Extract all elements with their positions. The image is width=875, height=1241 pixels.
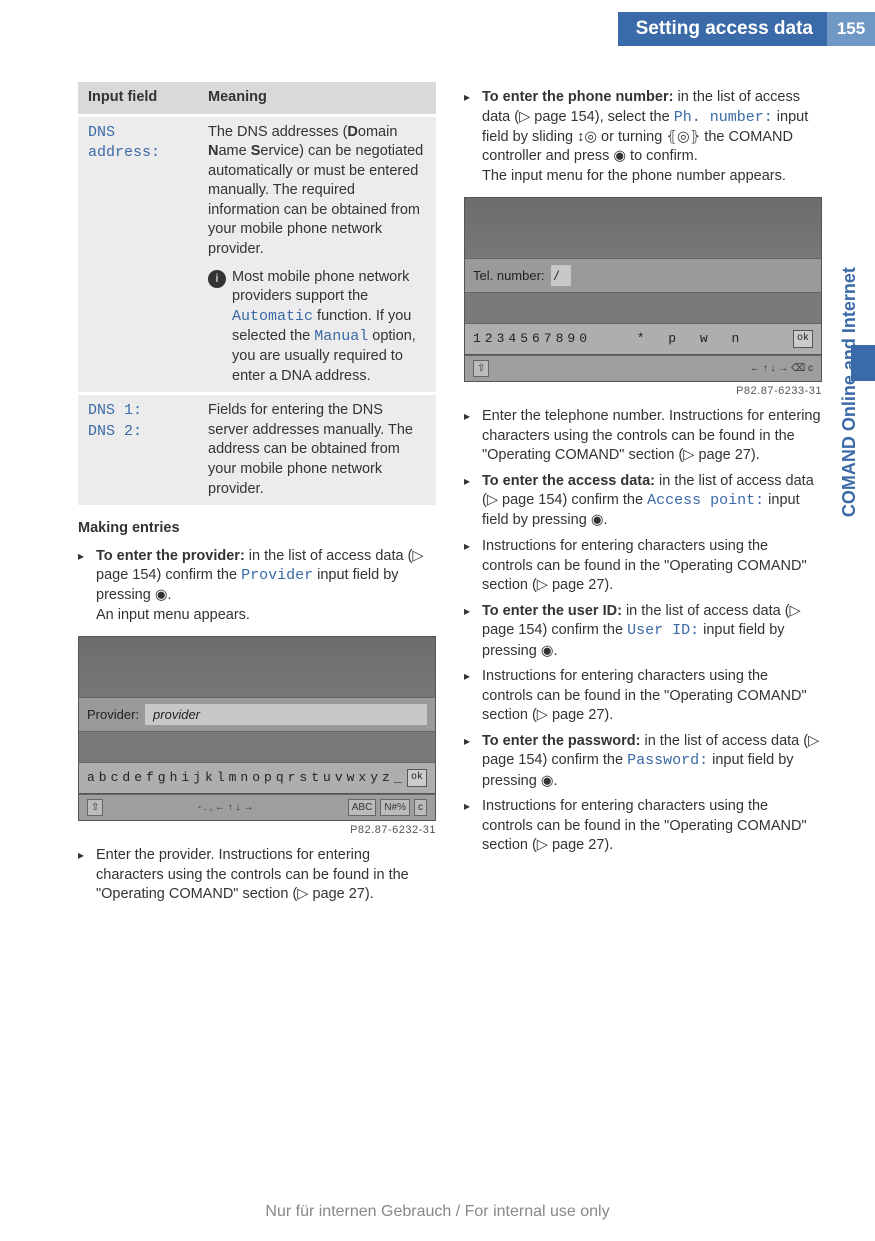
image-id-label: P82.87-6233-31 (464, 384, 822, 399)
step-arrow-icon (464, 667, 482, 726)
step-body: To enter the phone number: in the list o… (482, 88, 822, 187)
sc-digits: 1234567890 (473, 330, 591, 348)
sc-field-value: / (551, 265, 571, 287)
step-body: To enter the password: in the list of ac… (482, 732, 822, 791)
step-body: Instructions for entering characters usi… (482, 537, 822, 596)
step-body: Enter the telephone number. Instructions… (482, 407, 822, 466)
sc-ok-button: ok (793, 330, 813, 348)
step-arrow-icon (464, 472, 482, 531)
step-item: Enter the telephone number. Instructions… (464, 407, 822, 466)
chapter-label: COMAND Online and Internet (837, 267, 861, 517)
step-item: To enter the password: in the list of ac… (464, 732, 822, 791)
sc-right-chips: ABC N#% c (348, 799, 427, 817)
cell-field: DNS 1: DNS 2: (78, 394, 198, 505)
step-item: To enter the provider: in the list of ac… (78, 547, 436, 626)
step-arrow-icon (464, 407, 482, 466)
header-bar: Setting access data 155 (618, 12, 875, 46)
step-item: Instructions for entering characters usi… (464, 797, 822, 856)
page: Setting access data 155 COMAND Online an… (0, 0, 875, 1241)
sc-charset: abcdefghijklmnopqrstuvwxyz_ (87, 769, 406, 787)
sc-field-row: Tel. number: / (465, 258, 821, 294)
step-arrow-icon (464, 732, 482, 791)
step-arrow-icon (464, 88, 482, 187)
step-body: Enter the provider. Instructions for ent… (96, 846, 436, 905)
sc-field-label: Tel. number: (473, 267, 545, 285)
step-body: To enter the provider: in the list of ac… (96, 547, 436, 626)
page-number: 155 (827, 12, 875, 46)
table-row: DNS 1: DNS 2: Fields for entering the DN… (78, 394, 436, 505)
table-header-row: Input field Meaning (78, 82, 436, 115)
sc-top-area (465, 198, 821, 258)
slide-icon: ↕◎ (577, 129, 597, 145)
sc-bottom-row: ⇧ - . , ← ↑ ↓ → ABC N#% c (79, 794, 435, 821)
sc-top-area (79, 637, 435, 697)
sc-nav-chars: ← ↑ ↓ → ⌫ c (750, 362, 813, 376)
step-item: To enter the user ID: in the list of acc… (464, 602, 822, 661)
content-columns: Input field Meaning DNS address: The DNS… (78, 82, 823, 911)
table-row: DNS address: The DNS addresses (Domain N… (78, 115, 436, 394)
subhead-making-entries: Making entries (78, 519, 436, 539)
sc-char-row: abcdefghijklmnopqrstuvwxyz_ ok (79, 762, 435, 794)
cell-field: DNS address: (78, 115, 198, 394)
th-input-field: Input field (78, 82, 198, 115)
header-title: Setting access data (636, 16, 827, 42)
press-icon: ◉ (541, 773, 554, 789)
sc-bottom-row: ⇧ ← ↑ ↓ → ⌫ c (465, 355, 821, 382)
step-arrow-icon (464, 537, 482, 596)
info-table: Input field Meaning DNS address: The DNS… (78, 82, 436, 505)
step-line2: An input menu appears. (96, 606, 436, 626)
sc-gap (465, 293, 821, 323)
info-icon: i (208, 270, 226, 288)
step-arrow-icon (78, 846, 96, 905)
sc-field-row: Provider: provider (79, 697, 435, 733)
sc-shift-icon: ⇧ (87, 799, 103, 817)
step-arrow-icon (78, 547, 96, 626)
step-body: Instructions for entering characters usi… (482, 667, 822, 726)
step-item: To enter the access data: in the list of… (464, 472, 822, 531)
sc-extra-chars: * p w n (637, 330, 748, 348)
right-column: To enter the phone number: in the list o… (464, 82, 822, 911)
press-icon: ◉ (541, 643, 554, 659)
sc-char-row: 1234567890 * p w n ok (465, 323, 821, 355)
sc-nav-chars: - . , ← ↑ ↓ → (198, 801, 254, 815)
sc-shift-icon: ⇧ (473, 360, 489, 378)
step-body: Instructions for entering characters usi… (482, 797, 822, 856)
press-icon: ◉ (613, 148, 626, 164)
th-meaning: Meaning (198, 82, 436, 115)
step-line2: The input menu for the phone number appe… (482, 167, 822, 187)
sc-gap (79, 732, 435, 762)
telnumber-input-screenshot: Tel. number: / 1234567890 * p w n ok ⇧ ←… (464, 197, 822, 383)
left-column: Input field Meaning DNS address: The DNS… (78, 82, 436, 911)
footer-watermark: Nur für internen Gebrauch / For internal… (0, 1201, 875, 1223)
step-arrow-icon (464, 602, 482, 661)
press-icon: ◉ (591, 512, 604, 528)
cell-meaning: Fields for entering the DNS server addre… (198, 394, 436, 505)
cell-meaning: The DNS addresses (Domain Name Service) … (198, 115, 436, 394)
note-body: Most mobile phone network providers supp… (232, 268, 426, 387)
sc-ok-button: ok (407, 769, 427, 787)
press-icon: ◉ (155, 587, 168, 603)
sc-field-value: provider (145, 704, 427, 726)
info-note: i Most mobile phone network providers su… (208, 268, 426, 387)
step-item: To enter the phone number: in the list o… (464, 88, 822, 187)
step-body: To enter the access data: in the list of… (482, 472, 822, 531)
side-label-wrap: COMAND Online and Internet (831, 380, 867, 820)
step-arrow-icon (464, 797, 482, 856)
step-item: Instructions for entering characters usi… (464, 537, 822, 596)
step-item: Enter the provider. Instructions for ent… (78, 846, 436, 905)
step-item: Instructions for entering characters usi… (464, 667, 822, 726)
turn-icon: ⦃◎⦄ (666, 129, 700, 145)
sc-field-label: Provider: (87, 706, 139, 724)
step-body: To enter the user ID: in the list of acc… (482, 602, 822, 661)
image-id-label: P82.87-6232-31 (78, 823, 436, 838)
dns-address-label: DNS address: (88, 124, 160, 161)
provider-input-screenshot: Provider: provider abcdefghijklmnopqrstu… (78, 636, 436, 822)
